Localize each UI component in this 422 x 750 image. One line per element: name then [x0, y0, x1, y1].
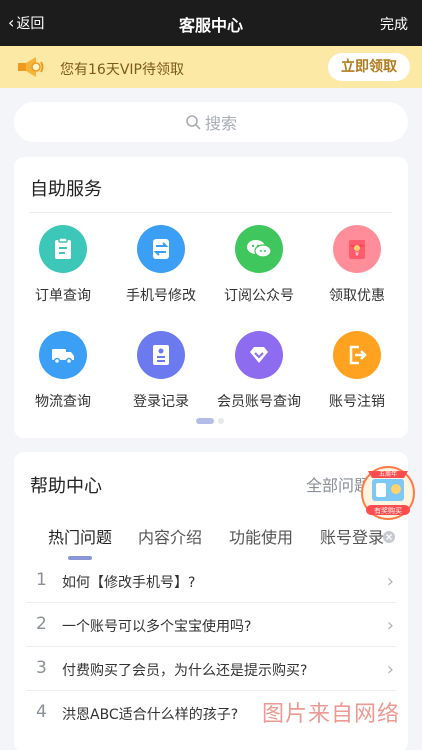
truck-icon — [39, 331, 87, 379]
badge-top-text: 五周年 — [379, 470, 397, 478]
service-label: 领取优惠 — [329, 288, 385, 304]
question-number: 1 — [36, 570, 47, 590]
red-packet-icon: ¥ — [333, 225, 381, 273]
diamond-icon — [235, 331, 283, 379]
service-label: 手机号修改 — [126, 288, 196, 304]
tab-hot[interactable]: 热门问题 — [48, 524, 112, 548]
question-item[interactable]: 2 一个账号可以多个宝宝使用吗? › — [26, 603, 396, 647]
self-service-title: 自助服务 — [30, 179, 102, 200]
question-number: 4 — [36, 702, 47, 722]
service-cancel-account[interactable]: 账号注销 — [308, 331, 406, 411]
tab-features[interactable]: 功能使用 — [229, 524, 293, 548]
service-label: 登录记录 — [133, 394, 189, 410]
floating-promo-badge[interactable]: 五周年 有奖购买 — [358, 461, 418, 521]
badge-bottom-text: 有奖购买 — [374, 506, 402, 515]
question-number: 2 — [36, 614, 47, 634]
page-title: 客服中心 — [178, 16, 243, 35]
vip-text: 您有16天VIP待领取 — [60, 62, 184, 78]
chevron-right-icon: › — [386, 571, 394, 592]
tab-account[interactable]: 账号登录 — [320, 524, 384, 548]
claim-vip-button[interactable]: 立即领取 — [328, 53, 410, 81]
service-login-record[interactable]: 登录记录 — [112, 331, 210, 411]
svg-text:¥: ¥ — [355, 251, 359, 258]
page-indicator — [196, 418, 224, 424]
search-input[interactable]: 搜索 — [14, 102, 408, 142]
chevron-right-icon: › — [386, 659, 394, 680]
service-subscribe[interactable]: 订阅公众号 — [210, 225, 308, 305]
service-logistics[interactable]: 物流查询 — [14, 331, 112, 411]
question-text: 如何【修改手机号】? — [62, 575, 196, 591]
service-label: 账号注销 — [329, 394, 385, 410]
megaphone-icon — [18, 57, 44, 77]
service-label: 物流查询 — [35, 394, 91, 410]
page-dot-active — [196, 418, 214, 424]
tab-content[interactable]: 内容介绍 — [138, 524, 202, 548]
question-item[interactable]: 1 如何【修改手机号】? › — [26, 559, 396, 603]
question-number: 3 — [36, 658, 47, 678]
service-label: 会员账号查询 — [217, 394, 301, 410]
question-text: 付费购买了会员，为什么还是提示购买? — [62, 663, 308, 679]
chevron-right-icon: › — [386, 615, 394, 636]
service-label: 订阅公众号 — [224, 288, 294, 304]
watermark-text: 图片来自网络 — [261, 702, 400, 727]
service-member-query[interactable]: 会员账号查询 — [210, 331, 308, 411]
wechat-icon — [235, 225, 283, 273]
close-icon[interactable] — [383, 531, 395, 543]
service-coupon[interactable]: ¥ 领取优惠 — [308, 225, 406, 305]
id-card-icon — [137, 331, 185, 379]
help-center-title: 帮助中心 — [30, 476, 102, 497]
question-item[interactable]: 3 付费购买了会员，为什么还是提示购买? › — [26, 647, 396, 691]
service-label: 订单查询 — [35, 288, 91, 304]
done-button[interactable]: 完成 — [380, 14, 408, 34]
search-icon — [186, 115, 201, 130]
self-service-card: 自助服务 订单查询 手机号修改 订阅公众号 ¥ 领取优惠 物流查询 登录记录 会… — [14, 157, 408, 438]
exit-icon — [333, 331, 381, 379]
clipboard-icon — [39, 225, 87, 273]
search-placeholder: 搜索 — [204, 114, 237, 133]
divider — [30, 212, 392, 213]
question-text: 一个账号可以多个宝宝使用吗? — [62, 619, 252, 635]
top-nav-bar: ‹ 返回 客服中心 完成 — [0, 0, 422, 46]
service-order-query[interactable]: 订单查询 — [14, 225, 112, 305]
question-text: 洪恩ABC适合什么样的孩子? — [62, 707, 239, 723]
service-phone-change[interactable]: 手机号修改 — [112, 225, 210, 305]
page-dot — [218, 418, 224, 424]
swap-arrows-icon — [137, 225, 185, 273]
vip-banner: 您有16天VIP待领取 立即领取 — [0, 46, 422, 88]
